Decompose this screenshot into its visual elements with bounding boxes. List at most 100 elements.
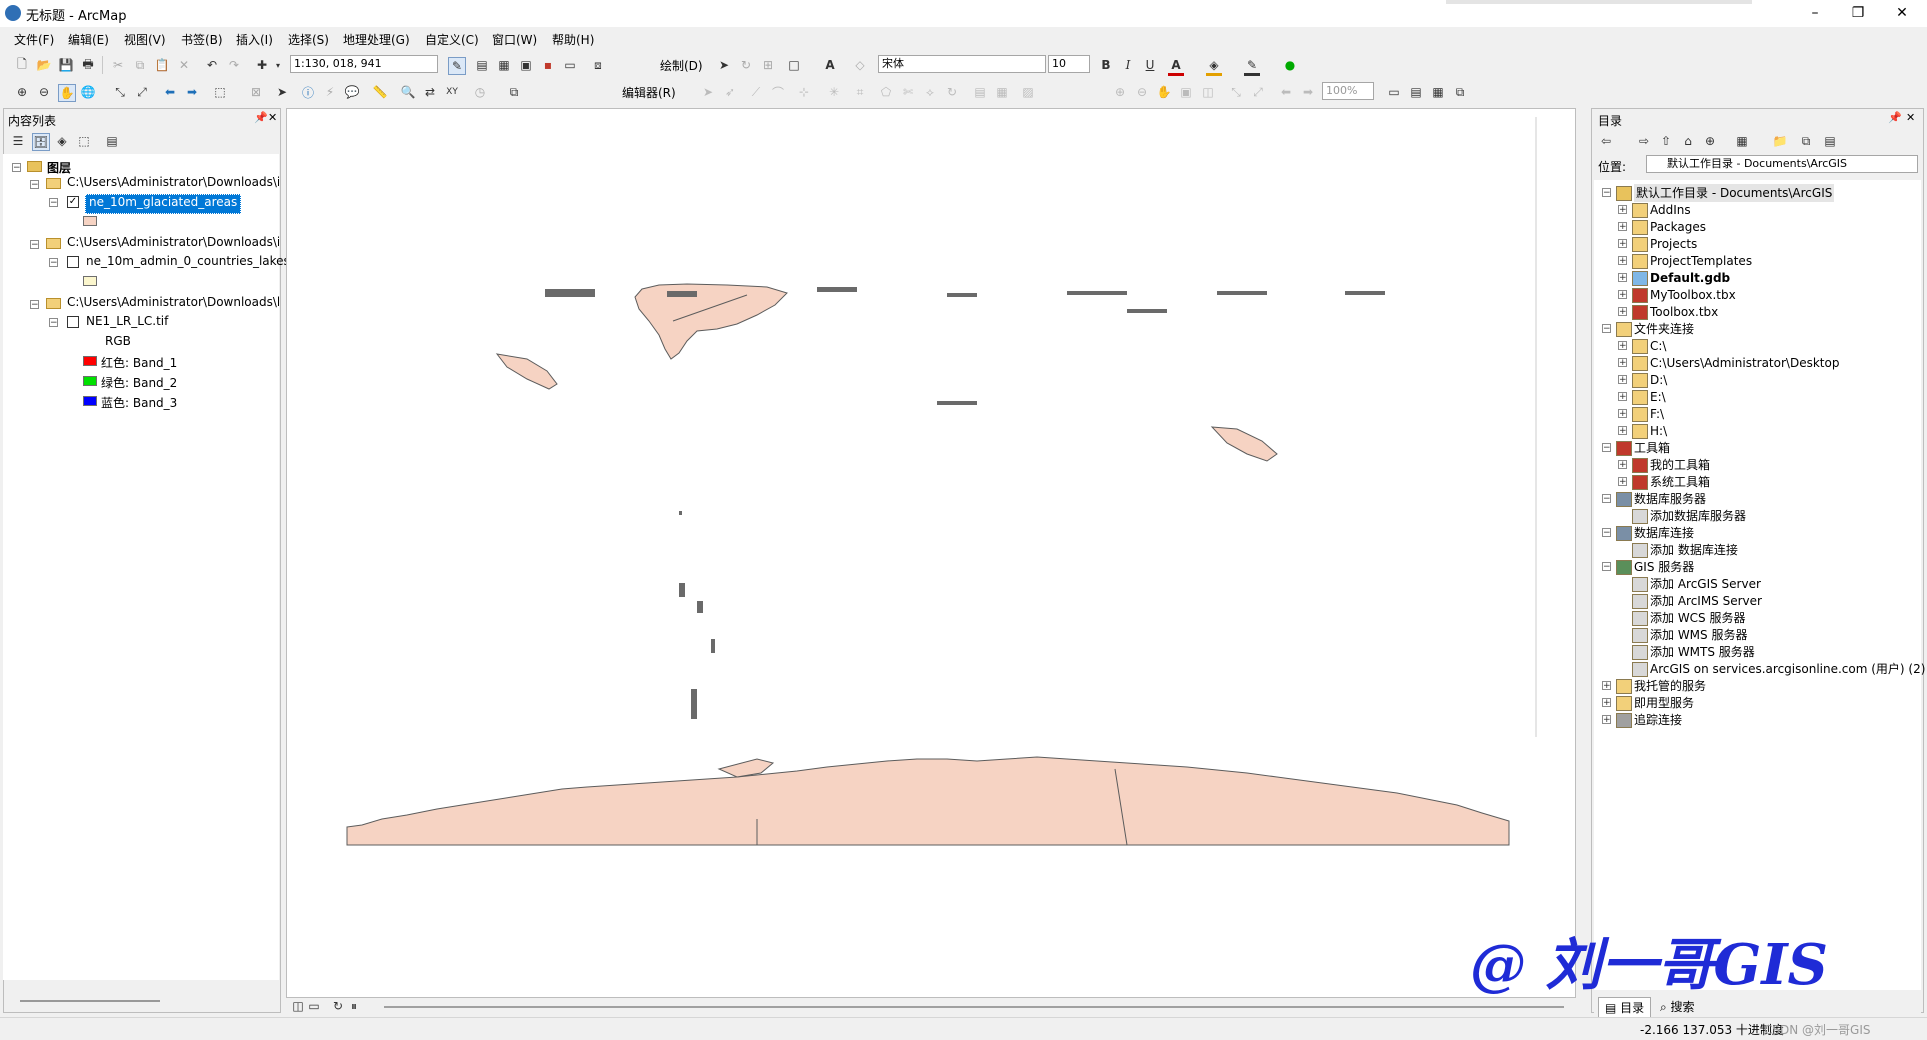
catalog-item[interactable]: 默认工作目录 - Documents\ArcGIS bbox=[1634, 184, 1835, 202]
catalog-item[interactable]: 添加 ArcGIS Server bbox=[1650, 575, 1761, 593]
measure-icon[interactable]: 📏 bbox=[372, 84, 388, 100]
toc-options-icon[interactable]: ▤ bbox=[104, 133, 120, 149]
collapse-toggle[interactable]: − bbox=[30, 240, 39, 250]
full-extent-icon[interactable]: 🌐 bbox=[80, 84, 96, 100]
toggle-draft-mode-icon[interactable]: ▭ bbox=[1386, 84, 1402, 100]
font-name-select[interactable]: 宋体 bbox=[878, 55, 1046, 73]
text-icon[interactable]: A bbox=[822, 57, 838, 73]
expand-toggle[interactable]: + bbox=[1618, 307, 1627, 317]
catalog-close-icon[interactable]: ✕ bbox=[1906, 111, 1915, 124]
line-color-icon[interactable]: ✎ bbox=[1244, 57, 1260, 76]
delete-icon[interactable]: ✕ bbox=[176, 57, 192, 73]
catalog-item[interactable]: 即用型服务 bbox=[1634, 694, 1694, 712]
expand-toggle[interactable]: + bbox=[1618, 460, 1627, 470]
catalog-item[interactable]: MyToolbox.tbx bbox=[1650, 286, 1736, 304]
expand-toggle[interactable]: + bbox=[1618, 256, 1627, 266]
select-elements-icon-2[interactable]: ➤ bbox=[274, 84, 290, 100]
font-color-icon[interactable]: A bbox=[1168, 57, 1184, 76]
identify-icon[interactable]: ⓘ bbox=[300, 84, 316, 100]
catalog-item[interactable]: 追踪连接 bbox=[1634, 711, 1682, 729]
data-driven-pages-icon[interactable]: ⧉ bbox=[1452, 84, 1468, 100]
redo-icon[interactable]: ↷ bbox=[226, 57, 242, 73]
collapse-toggle[interactable]: − bbox=[30, 300, 39, 310]
green-band-swatch[interactable] bbox=[83, 376, 97, 386]
catalog-item[interactable]: AddIns bbox=[1650, 201, 1691, 219]
map-view[interactable] bbox=[286, 108, 1619, 998]
undo-icon[interactable]: ↶ bbox=[204, 57, 220, 73]
pin-icon[interactable]: 📌 bbox=[1888, 111, 1902, 124]
collapse-toggle[interactable]: − bbox=[12, 163, 21, 173]
layer-visibility-checkbox[interactable]: ✓ bbox=[67, 196, 79, 208]
catalog-item[interactable]: ProjectTemplates bbox=[1650, 252, 1752, 270]
menu-view[interactable]: 视图(V) bbox=[124, 31, 166, 48]
go-to-xy-icon[interactable]: XY bbox=[444, 84, 460, 100]
expand-toggle[interactable]: − bbox=[1602, 443, 1611, 453]
add-data-icon[interactable]: ✚ bbox=[254, 57, 270, 73]
print-icon[interactable]: 🖶 bbox=[80, 57, 96, 73]
clear-selection-icon[interactable]: ⊠ bbox=[248, 84, 264, 100]
fixed-zoom-out-icon[interactable]: ⤢ bbox=[134, 84, 150, 100]
expand-toggle[interactable]: + bbox=[1618, 222, 1627, 232]
marker-color-icon[interactable]: ● bbox=[1282, 57, 1298, 73]
expand-toggle[interactable]: + bbox=[1618, 392, 1627, 402]
minimize-button[interactable]: – bbox=[1795, 3, 1835, 23]
views-icon[interactable]: ▦ bbox=[1734, 133, 1750, 149]
catalog-item[interactable]: GIS 服务器 bbox=[1634, 558, 1694, 576]
draw-menu[interactable]: 绘制(D) bbox=[660, 57, 703, 74]
collapse-toggle[interactable]: − bbox=[30, 180, 39, 190]
close-button[interactable]: ✕ bbox=[1882, 3, 1922, 23]
collapse-toggle[interactable]: − bbox=[49, 258, 58, 268]
catalog-options-icon[interactable]: ▤ bbox=[1822, 133, 1838, 149]
pause-drawing-icon[interactable]: ⏸ bbox=[346, 998, 362, 1014]
expand-toggle[interactable]: − bbox=[1602, 188, 1611, 198]
expand-toggle[interactable]: + bbox=[1618, 375, 1627, 385]
bold-button[interactable]: B bbox=[1098, 57, 1114, 73]
map-horizontal-scrollbar[interactable] bbox=[384, 1006, 1564, 1008]
menu-windows[interactable]: 窗口(W) bbox=[492, 31, 537, 48]
catalog-item[interactable]: E:\ bbox=[1650, 388, 1666, 406]
expand-toggle[interactable]: + bbox=[1618, 477, 1627, 487]
map-canvas[interactable] bbox=[287, 109, 1619, 997]
list-by-drawing-order-icon[interactable]: ☰ bbox=[10, 133, 26, 149]
catalog-item[interactable]: 系统工具箱 bbox=[1650, 473, 1710, 491]
list-by-selection-icon[interactable]: ⬚ bbox=[76, 133, 92, 149]
expand-toggle[interactable]: + bbox=[1602, 698, 1611, 708]
menu-insert[interactable]: 插入(I) bbox=[236, 31, 273, 48]
find-route-icon[interactable]: ⇄ bbox=[422, 84, 438, 100]
catalog-item[interactable]: 工具箱 bbox=[1634, 439, 1670, 457]
catalog-item[interactable]: D:\ bbox=[1650, 371, 1667, 389]
paste-icon[interactable]: 📋 bbox=[154, 57, 170, 73]
catalog-item[interactable]: H:\ bbox=[1650, 422, 1667, 440]
layer-visibility-checkbox[interactable] bbox=[67, 316, 79, 328]
change-layout-icon[interactable]: ▦ bbox=[1430, 84, 1446, 100]
menu-customize[interactable]: 自定义(C) bbox=[425, 31, 479, 48]
menu-selection[interactable]: 选择(S) bbox=[288, 31, 329, 48]
map-scale-input[interactable]: 1:130, 018, 941 bbox=[290, 55, 438, 73]
expand-toggle[interactable]: + bbox=[1618, 358, 1627, 368]
list-by-visibility-icon[interactable]: ◈ bbox=[54, 133, 70, 149]
menu-help[interactable]: 帮助(H) bbox=[552, 31, 594, 48]
fill-color-icon[interactable]: ◈ bbox=[1206, 57, 1222, 76]
expand-toggle[interactable]: − bbox=[1602, 528, 1611, 538]
menu-bookmarks[interactable]: 书签(B) bbox=[181, 31, 223, 48]
symbol-swatch[interactable] bbox=[83, 276, 97, 286]
forward-icon[interactable]: ⇨ bbox=[1636, 133, 1652, 149]
location-select[interactable]: 默认工作目录 - Documents\ArcGIS bbox=[1646, 155, 1918, 173]
toc-source-path[interactable]: C:\Users\Administrator\Downloads\i bbox=[67, 235, 279, 253]
pan-icon[interactable]: ✋ bbox=[58, 84, 76, 102]
focus-data-frame-icon[interactable]: ▤ bbox=[1408, 84, 1424, 100]
catalog-window-icon[interactable]: ▦ bbox=[496, 57, 512, 73]
new-folder-icon[interactable]: 📁 bbox=[1772, 133, 1788, 149]
layer-visibility-checkbox[interactable] bbox=[67, 256, 79, 268]
fixed-zoom-in-icon[interactable]: ⤡ bbox=[112, 84, 128, 100]
editor-menu[interactable]: 编辑器(R) bbox=[622, 84, 676, 101]
list-by-source-icon[interactable]: 🗄 bbox=[32, 133, 50, 151]
catalog-item[interactable]: Projects bbox=[1650, 235, 1697, 253]
back-icon[interactable]: ⬅ bbox=[162, 84, 178, 100]
toc-source-path[interactable]: C:\Users\Administrator\Downloads\i bbox=[67, 175, 279, 193]
forward-icon[interactable]: ➡ bbox=[184, 84, 200, 100]
catalog-item[interactable]: 添加 ArcIMS Server bbox=[1650, 592, 1762, 610]
catalog-item[interactable]: 添加数据库服务器 bbox=[1650, 507, 1746, 525]
layout-view-icon[interactable]: ▭ bbox=[306, 998, 322, 1014]
red-band-swatch[interactable] bbox=[83, 356, 97, 366]
